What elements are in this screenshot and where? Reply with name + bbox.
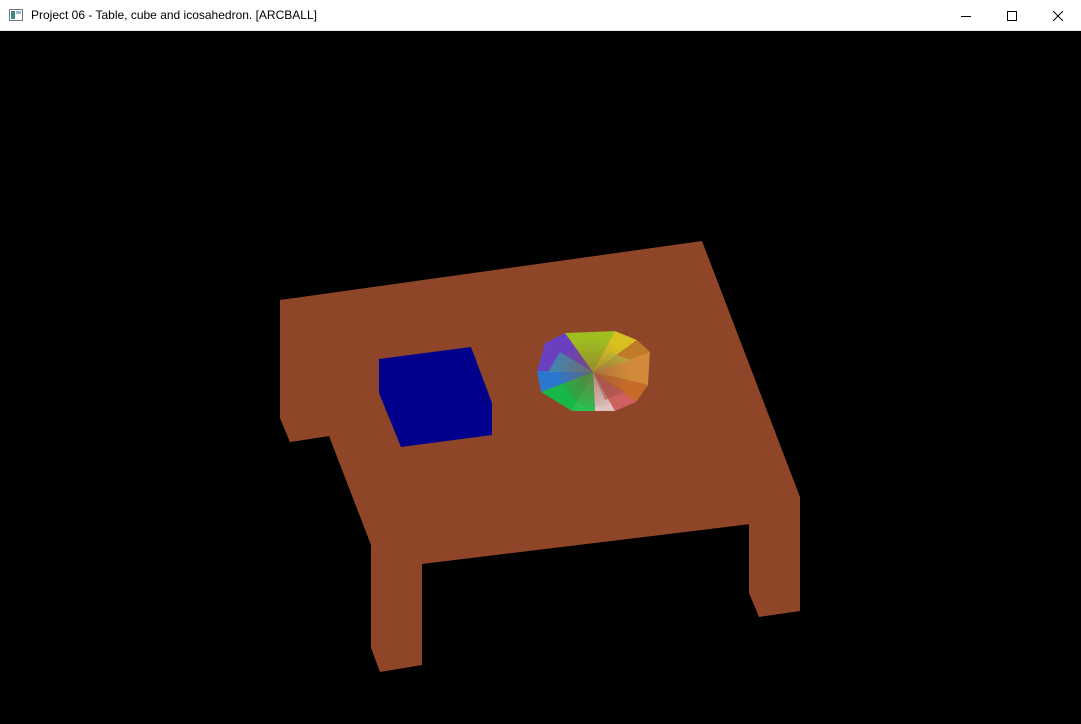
table-leg-front-right	[749, 512, 800, 617]
table-top	[280, 241, 800, 564]
opengl-viewport[interactable]	[1, 31, 1080, 723]
table	[280, 241, 800, 672]
window-app-icon	[9, 9, 23, 21]
scene-canvas[interactable]	[1, 31, 1080, 723]
minimize-button[interactable]	[943, 0, 989, 31]
table-leg-front-left	[371, 545, 422, 672]
minimize-icon	[961, 15, 971, 17]
maximize-icon	[1007, 10, 1017, 21]
close-button[interactable]	[1035, 0, 1081, 31]
window-title: Project 06 - Table, cube and icosahedron…	[31, 8, 317, 22]
cube	[379, 347, 492, 447]
close-icon	[1053, 10, 1063, 21]
maximize-button[interactable]	[989, 0, 1035, 31]
title-bar[interactable]: Project 06 - Table, cube and icosahedron…	[0, 0, 1081, 31]
